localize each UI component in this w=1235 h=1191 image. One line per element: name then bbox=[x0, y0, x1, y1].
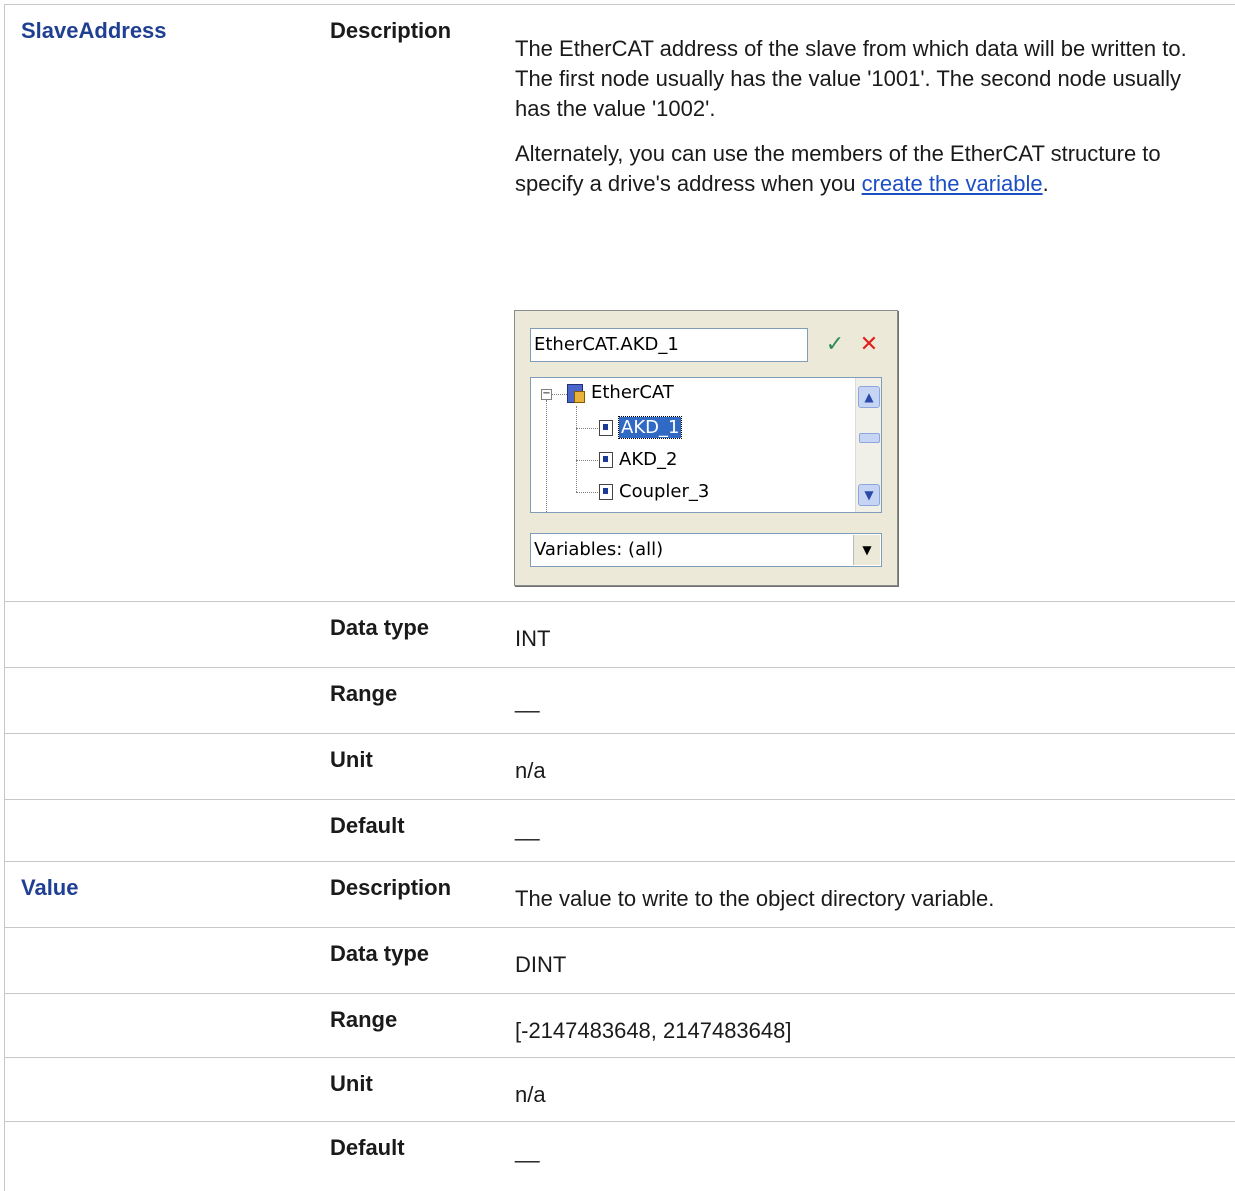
variable-name-input[interactable]: EtherCAT.AKD_1 bbox=[530, 328, 808, 362]
field-value-range: [-2147483648, 2147483648] bbox=[515, 1018, 792, 1043]
table-row-range: Range [-2147483648, 2147483648] bbox=[5, 993, 1235, 1057]
parameter-table: SlaveAddress Description The EtherCAT ad… bbox=[4, 4, 1235, 1191]
description-paragraph-1: The EtherCAT address of the slave from w… bbox=[515, 36, 1187, 61]
tree-connector-line bbox=[551, 394, 567, 395]
field-label-range: Range bbox=[330, 681, 398, 706]
tree-item-coupler-3[interactable]: Coupler_3 bbox=[599, 479, 709, 505]
variable-node-icon bbox=[599, 420, 613, 436]
tree-item-label: AKD_1 bbox=[617, 416, 683, 439]
field-label-default: Default bbox=[330, 1135, 405, 1160]
tree-connector-line bbox=[576, 428, 598, 429]
tree-item-akd-1[interactable]: AKD_1 bbox=[599, 415, 683, 441]
table-row-default: Default __ bbox=[5, 799, 1235, 861]
field-label-unit: Unit bbox=[330, 1071, 373, 1096]
description-paragraph-2: The first node usually has the value '10… bbox=[515, 66, 1181, 121]
checkmark-icon[interactable]: ✓ bbox=[821, 331, 849, 359]
tree-item-label: Coupler_3 bbox=[619, 481, 710, 502]
variable-node-icon bbox=[599, 484, 613, 500]
tree-root-label: EtherCAT bbox=[591, 382, 674, 403]
tree-item-akd-2[interactable]: AKD_2 bbox=[599, 447, 677, 473]
table-row-unit: Unit n/a bbox=[5, 733, 1235, 799]
close-icon[interactable]: ✕ bbox=[855, 331, 883, 359]
field-label-unit: Unit bbox=[330, 747, 373, 772]
scroll-down-icon[interactable]: ▼ bbox=[858, 484, 880, 506]
create-variable-link[interactable]: create the variable bbox=[862, 171, 1043, 196]
tree-root-ethercat[interactable]: EtherCAT bbox=[567, 380, 674, 406]
field-value-default: __ bbox=[515, 1138, 540, 1163]
variable-filter-value: Variables: (all) bbox=[534, 539, 664, 560]
table-row-data-type: Data type INT bbox=[5, 601, 1235, 667]
variable-picker-dialog: EtherCAT.AKD_1 ✓ ✕ − EtherCAT AKD_1 AKD_… bbox=[514, 310, 898, 586]
field-value-default: __ bbox=[515, 816, 540, 841]
field-label-range: Range bbox=[330, 1007, 398, 1032]
tree-collapse-icon[interactable]: − bbox=[541, 389, 552, 400]
table-row-data-type: Data type DINT bbox=[5, 927, 1235, 993]
field-value-range: __ bbox=[515, 688, 540, 713]
table-row-value-description: Value Description The value to write to … bbox=[5, 861, 1235, 927]
document-icon bbox=[567, 383, 585, 403]
field-label-data-type: Data type bbox=[330, 941, 430, 966]
description-paragraph-3: Alternately, you can use the members of … bbox=[515, 139, 1195, 199]
description-paragraph-3-text: Alternately, you can use the members of … bbox=[515, 141, 1161, 196]
field-label-description: Description bbox=[330, 875, 452, 900]
scroll-up-icon[interactable]: ▲ bbox=[858, 386, 880, 408]
variable-filter-select[interactable]: Variables: (all) ▼ bbox=[530, 533, 882, 567]
field-value-data-type: DINT bbox=[515, 952, 567, 977]
field-label-description: Description bbox=[330, 18, 452, 43]
field-label-data-type: Data type bbox=[330, 615, 430, 640]
scroll-thumb[interactable] bbox=[859, 433, 880, 443]
param-name-slaveaddress: SlaveAddress bbox=[21, 18, 167, 43]
description-paragraph-3-suffix: . bbox=[1042, 171, 1049, 196]
table-row-unit: Unit n/a bbox=[5, 1057, 1235, 1121]
tree-scrollbar[interactable]: ▲ ▼ bbox=[855, 378, 881, 512]
field-value-data-type: INT bbox=[515, 626, 551, 651]
variable-node-icon bbox=[599, 452, 613, 468]
field-value-unit: n/a bbox=[515, 1082, 546, 1107]
field-value-description: The value to write to the object directo… bbox=[515, 886, 995, 911]
chevron-down-icon[interactable]: ▼ bbox=[853, 535, 880, 565]
description-text-block: The EtherCAT address of the slave from w… bbox=[515, 34, 1195, 199]
tree-connector-line bbox=[576, 460, 598, 461]
param-name-value: Value bbox=[21, 875, 79, 900]
tree-connector-line bbox=[576, 492, 598, 493]
tree-connector-line bbox=[576, 406, 577, 492]
table-row-default: Default __ bbox=[5, 1121, 1235, 1191]
variable-tree: − EtherCAT AKD_1 AKD_2 Coupler_3 ▲ ▼ bbox=[530, 377, 882, 513]
field-value-unit: n/a bbox=[515, 758, 546, 783]
tree-item-label: AKD_2 bbox=[619, 449, 678, 470]
tree-connector-line bbox=[546, 400, 547, 512]
field-label-default: Default bbox=[330, 813, 405, 838]
table-row-range: Range __ bbox=[5, 667, 1235, 733]
